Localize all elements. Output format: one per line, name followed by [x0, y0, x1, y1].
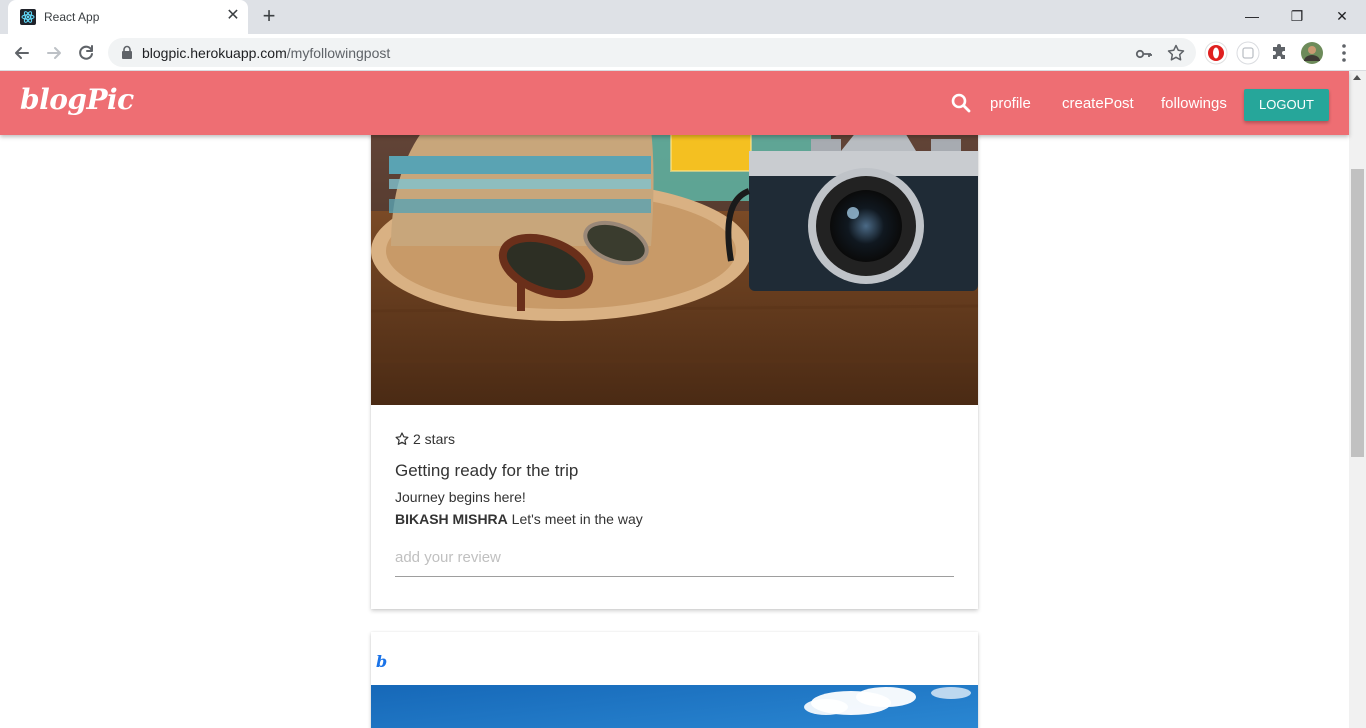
review-input[interactable] [395, 539, 954, 577]
tab-close-icon[interactable]: ✕ [224, 7, 242, 25]
restore-icon[interactable]: ❐ [1277, 4, 1317, 28]
browser-tab[interactable]: React App ✕ [8, 0, 248, 34]
post-card: b [371, 632, 978, 728]
browser-toolbar: blogpic.herokuapp.com/myfollowingpost [0, 34, 1366, 71]
opera-extension-icon[interactable] [1204, 41, 1228, 65]
logout-button[interactable]: LOGOUT [1244, 89, 1329, 121]
top-navbar: blogPic profile createPost followings LO… [0, 71, 1349, 135]
post-body: Journey begins here! [395, 489, 526, 505]
comment-text: Let's meet in the way [511, 511, 643, 527]
address-bar[interactable]: blogpic.herokuapp.com/myfollowingpost [108, 38, 1196, 67]
extension-placeholder-icon[interactable] [1236, 41, 1260, 65]
scroll-up-arrow-icon[interactable] [1353, 75, 1361, 80]
react-logo-icon [20, 9, 36, 25]
back-arrow-icon[interactable] [8, 39, 36, 67]
stars-count: 2 stars [413, 431, 456, 447]
tab-strip: React App ✕ + — ❐ ✕ [0, 0, 1366, 34]
url-path: /myfollowingpost [286, 45, 391, 61]
url-domain: blogpic.herokuapp.com [142, 45, 287, 61]
nav-link-create-post[interactable]: createPost [1062, 95, 1134, 112]
nav-link-followings[interactable]: followings [1161, 95, 1227, 112]
comment: BIKASH MISHRA Let's meet in the way [395, 511, 954, 527]
brand-logo[interactable]: blogPic [20, 83, 134, 116]
star-icon[interactable] [395, 432, 409, 446]
puzzle-extensions-icon[interactable] [1268, 41, 1292, 65]
post-content: 2 stars Getting ready for the trip Journ… [395, 431, 954, 527]
minimize-icon[interactable]: — [1232, 4, 1272, 28]
reload-icon[interactable] [72, 39, 100, 67]
post-card: 2 stars Getting ready for the trip Journ… [371, 71, 978, 609]
url-text: blogpic.herokuapp.com/myfollowingpost [142, 45, 390, 61]
page-viewport: blogPic profile createPost followings LO… [0, 71, 1366, 728]
menu-kebab-icon[interactable] [1332, 41, 1356, 65]
scrollbar[interactable] [1349, 71, 1366, 728]
new-tab-icon[interactable]: + [258, 5, 280, 28]
comment-author: BIKASH MISHRA [395, 511, 508, 527]
forward-arrow-icon[interactable] [40, 39, 68, 67]
key-icon[interactable] [1134, 44, 1154, 64]
tab-title: React App [44, 10, 100, 24]
lock-icon [122, 45, 132, 59]
author-avatar-logo[interactable]: b [376, 652, 387, 671]
window-close-icon[interactable]: ✕ [1322, 4, 1362, 28]
scroll-thumb[interactable] [1351, 169, 1364, 457]
post-image [371, 685, 978, 728]
nav-link-profile[interactable]: profile [990, 95, 1031, 112]
search-icon[interactable] [950, 92, 972, 114]
post-title: Getting ready for the trip [395, 461, 579, 480]
bookmark-star-icon[interactable] [1166, 43, 1186, 63]
profile-avatar-icon[interactable] [1300, 41, 1324, 65]
stars-row: 2 stars [395, 431, 954, 447]
